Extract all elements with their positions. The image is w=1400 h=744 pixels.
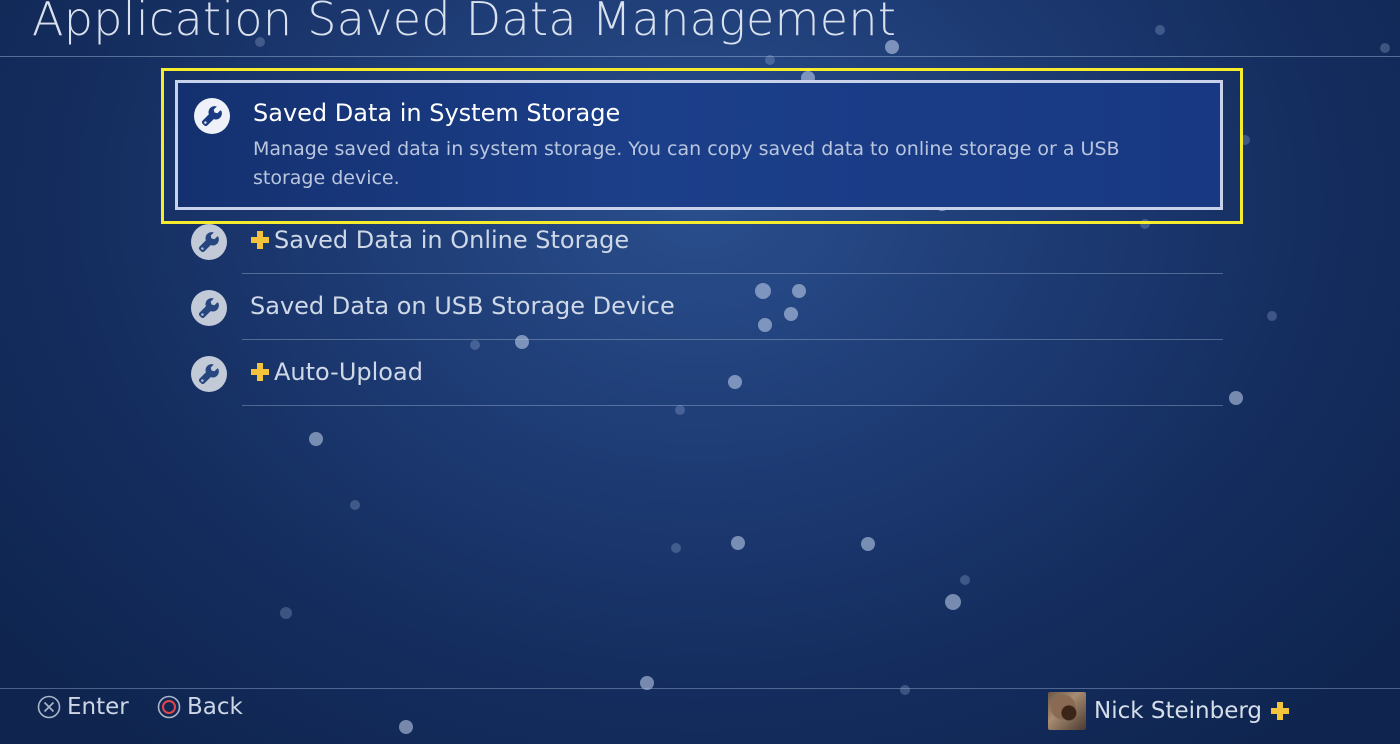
header-divider [0,56,1400,57]
particle-dot [1155,25,1165,35]
particle-dot [671,543,681,553]
menu-item-saved-data-system-storage[interactable]: Saved Data in System Storage Manage save… [175,80,1223,210]
particle-dot [1229,391,1243,405]
cross-button-icon [37,695,61,719]
circle-button-icon [157,695,181,719]
menu-item-saved-data-usb-storage[interactable]: Saved Data on USB Storage Device [175,274,1223,340]
user-profile[interactable]: Nick Steinberg [1047,692,1290,730]
menu-item-label: Saved Data in System Storage [253,99,621,127]
particle-dot [945,594,961,610]
particle-dot [900,685,910,695]
back-label: Back [187,694,243,720]
particle-dot [861,537,875,551]
wrench-icon [191,356,227,392]
particle-dot [960,575,970,585]
wrench-icon [194,98,230,134]
playstation-plus-icon [251,231,269,249]
menu-item-label: Auto-Upload [274,358,423,386]
back-hint[interactable]: Back [157,694,243,720]
particle-dot [309,432,323,446]
wrench-icon [191,224,227,260]
menu-item-auto-upload[interactable]: Auto-Upload [175,340,1223,406]
menu-item-description: Manage saved data in system storage. You… [253,138,1120,189]
footer-divider [0,688,1400,689]
particle-dot [1267,311,1277,321]
user-name: Nick Steinberg [1093,698,1262,724]
enter-label: Enter [67,694,129,720]
particle-dot [399,720,413,734]
particle-dot [731,536,745,550]
row-divider [242,405,1223,406]
playstation-plus-icon [1271,702,1289,720]
page-title: Application Saved Data Management [32,0,897,46]
menu-item-label: Saved Data in Online Storage [274,226,630,254]
particle-dot [350,500,360,510]
particle-dot [280,607,292,619]
avatar [1047,692,1086,730]
menu-item-label: Saved Data on USB Storage Device [250,292,675,320]
playstation-plus-icon [251,363,269,381]
particle-dot [675,405,685,415]
enter-hint[interactable]: Enter [37,694,129,720]
particle-dot [1380,43,1390,53]
wrench-icon [191,290,227,326]
menu-item-saved-data-online-storage[interactable]: Saved Data in Online Storage [175,208,1223,274]
